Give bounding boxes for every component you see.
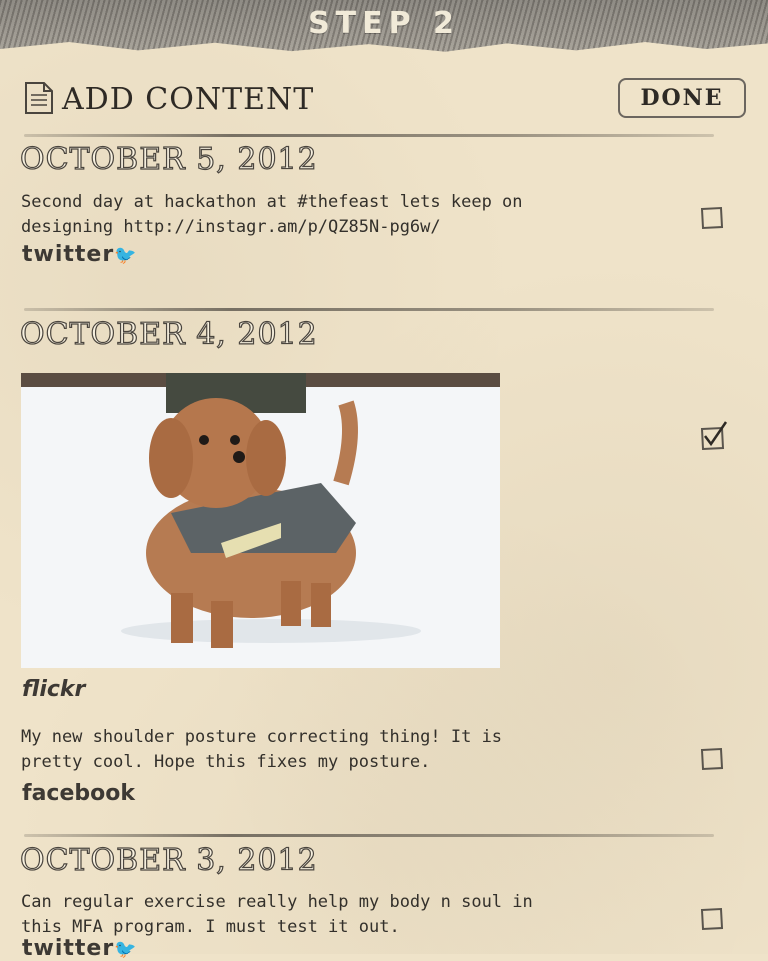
section-divider — [24, 308, 714, 311]
section-divider — [24, 834, 714, 837]
twitter-bird-icon: 🐦 — [114, 245, 138, 266]
facebook-logo: facebook — [22, 781, 135, 806]
checkbox-icon[interactable] — [700, 907, 724, 931]
post-text: My new shoulder posture correcting thing… — [21, 727, 503, 772]
source-label: twitter — [22, 936, 115, 961]
checkbox-icon[interactable] — [700, 206, 724, 230]
post-text: Can regular exercise really help my body… — [21, 892, 533, 937]
dog-photo — [21, 373, 500, 668]
source-label: twitter — [22, 242, 115, 267]
post-text: Second day at hackathon at #thefeast let… — [21, 192, 523, 237]
twitter-logo: twitter🐦 — [22, 242, 138, 267]
checkbox-checked-icon[interactable] — [700, 420, 728, 450]
document-icon — [25, 82, 53, 114]
date-heading: OCTOBER 3, 2012 — [19, 842, 318, 878]
content-header: ADD CONTENT DONE — [22, 78, 746, 122]
done-button[interactable]: DONE — [618, 78, 746, 118]
twitter-bird-icon: 🐦 — [114, 939, 138, 960]
flickr-logo: flickr — [22, 677, 86, 702]
step-title: STEP 2 — [308, 6, 460, 41]
section-divider — [24, 134, 714, 137]
date-heading: OCTOBER 4, 2012 — [19, 316, 318, 352]
date-heading: OCTOBER 5, 2012 — [19, 141, 318, 177]
checkbox-icon[interactable] — [700, 747, 724, 771]
twitter-logo: twitter🐦 — [22, 936, 138, 961]
page-title: ADD CONTENT — [62, 82, 315, 117]
